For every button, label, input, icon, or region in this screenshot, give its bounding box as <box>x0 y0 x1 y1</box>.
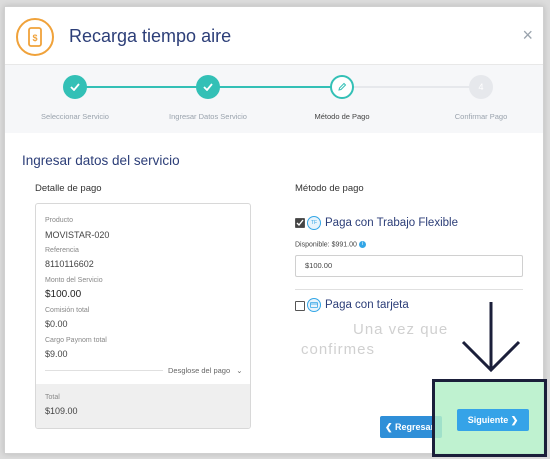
svg-text:$: $ <box>32 33 37 43</box>
producto-value: MOVISTAR-020 <box>45 230 110 240</box>
total-label: Total <box>45 394 60 401</box>
method-title: Método de pago <box>295 183 364 194</box>
step-label: Ingresar Datos Servicio <box>169 112 247 121</box>
flex-checkbox[interactable] <box>295 218 305 228</box>
desglose-toggle[interactable]: Desglose del pago ⌄ <box>168 366 243 375</box>
phone-money-icon: $ <box>16 18 54 56</box>
down-arrow-icon <box>461 302 521 373</box>
referencia-label: Referencia <box>45 247 79 254</box>
step-connector <box>75 86 203 88</box>
producto-label: Producto <box>45 217 74 224</box>
payment-detail-card: Producto MOVISTAR-020 Referencia 8110116… <box>35 203 251 429</box>
modal-title: Recarga tiempo aire <box>69 26 232 46</box>
cargo-value: $9.00 <box>45 349 68 359</box>
info-icon[interactable]: i <box>358 241 366 248</box>
step-label: Confirmar Pago <box>454 112 508 121</box>
flex-option-label[interactable]: Paga con Trabajo Flexible <box>325 217 458 229</box>
step-connector <box>215 86 337 88</box>
comision-label: Comisión total <box>45 307 90 314</box>
step-3-pencil-icon <box>330 75 354 99</box>
disponible-value: Disponible: $991.00 <box>295 241 357 249</box>
credit-card-icon <box>307 298 321 312</box>
divider <box>45 370 163 371</box>
ghost-caption-line1: Una vez que <box>353 321 449 338</box>
step-connector <box>351 86 475 88</box>
step-4-number: 4 <box>469 75 493 99</box>
total-value: $109.00 <box>45 406 78 416</box>
card-checkbox[interactable] <box>295 301 305 311</box>
step-2-check-icon <box>196 75 220 99</box>
section-title: Ingresar datos del servicio <box>22 153 180 168</box>
referencia-value: 8110116602 <box>45 259 94 269</box>
next-button[interactable]: Siguiente ❯ <box>457 409 529 431</box>
cargo-label: Cargo Paynom total <box>45 337 107 344</box>
card-option-label[interactable]: Paga con tarjeta <box>325 299 409 311</box>
desglose-label: Desglose del pago <box>168 366 231 375</box>
monto-label: Monto del Servicio <box>45 277 103 284</box>
step-label: Método de Pago <box>314 112 370 121</box>
amount-input[interactable]: $100.00 <box>295 255 523 277</box>
trabajo-flexible-icon: TF <box>307 216 321 230</box>
total-footer: Total $109.00 <box>36 384 250 428</box>
close-icon[interactable]: × <box>522 25 533 46</box>
detail-title: Detalle de pago <box>35 183 102 194</box>
comision-value: $0.00 <box>45 319 68 329</box>
disponible-text: Disponible: $991.00 i <box>295 241 366 248</box>
modal-header: $ Recarga tiempo aire × <box>5 7 543 65</box>
step-label: Seleccionar Servicio <box>41 112 109 121</box>
monto-value: $100.00 <box>45 289 82 300</box>
progress-stepper: 4 Seleccionar Servicio Ingresar Datos Se… <box>5 65 543 133</box>
chevron-down-icon: ⌄ <box>236 366 243 375</box>
step-1-check-icon <box>63 75 87 99</box>
divider <box>295 289 523 290</box>
ghost-caption-line2: confirmes <box>301 341 376 358</box>
